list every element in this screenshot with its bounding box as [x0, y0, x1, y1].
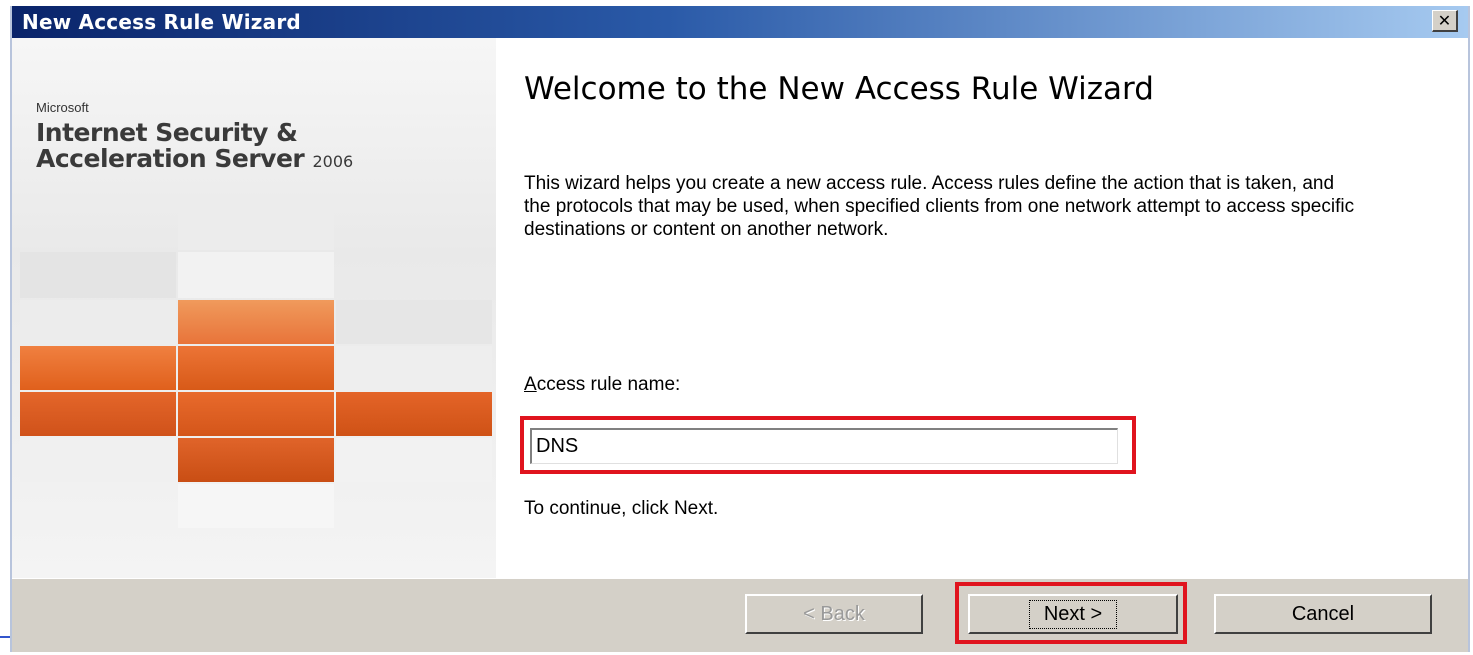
back-button[interactable]: < Back: [745, 594, 923, 634]
decor-tile: [336, 346, 492, 390]
brand-year: 2006: [312, 152, 354, 171]
page-title: Welcome to the New Access Rule Wizard: [524, 71, 1154, 107]
brand-product-line1: Internet Security &: [36, 118, 298, 147]
close-button[interactable]: ✕: [1432, 10, 1458, 32]
wizard-description: This wizard helps you create a new acces…: [524, 173, 1355, 240]
wizard-content: Welcome to the New Access Rule Wizard Th…: [496, 38, 1468, 578]
decor-tile: [20, 392, 176, 436]
brand-company: Microsoft: [36, 100, 89, 115]
label-accelerator: A: [524, 374, 537, 395]
brand-product-name: Acceleration Server: [36, 144, 305, 173]
decor-tile: [20, 300, 176, 344]
decor-tile: [178, 252, 334, 298]
window-title: New Access Rule Wizard: [22, 10, 301, 34]
title-bar: New Access Rule Wizard ✕: [12, 6, 1468, 38]
decor-tile: [336, 300, 492, 344]
decor-tile: [178, 300, 334, 344]
access-rule-name-input[interactable]: [530, 428, 1118, 464]
cancel-button-label: Cancel: [1291, 602, 1355, 625]
wizard-window: New Access Rule Wizard ✕ Microsoft Inter…: [10, 6, 1470, 652]
decor-tile: [178, 206, 334, 250]
back-button-label: < Back: [803, 602, 865, 625]
decor-tile: [178, 484, 334, 528]
decor-tile: [178, 346, 334, 390]
brand-product-line2: Acceleration Server 2006: [36, 144, 353, 173]
decor-tile: [336, 438, 492, 482]
decor-tile: [178, 438, 334, 482]
edge-marker: [0, 636, 10, 638]
next-button-label: Next >: [1028, 599, 1118, 629]
label-text: ccess rule name:: [536, 374, 681, 395]
close-icon: ✕: [1437, 10, 1452, 30]
decor-tile: [20, 346, 176, 390]
cancel-button[interactable]: Cancel: [1214, 594, 1432, 634]
wizard-side-banner: Microsoft Internet Security & Accelerati…: [12, 38, 496, 578]
decor-tile: [20, 252, 176, 298]
continue-instruction: To continue, click Next.: [524, 498, 719, 519]
next-button[interactable]: Next >: [968, 594, 1178, 634]
decor-tile: [20, 438, 176, 482]
decor-tile: [178, 392, 334, 436]
access-rule-name-label: Access rule name:: [524, 374, 680, 396]
decor-tile: [336, 392, 492, 436]
